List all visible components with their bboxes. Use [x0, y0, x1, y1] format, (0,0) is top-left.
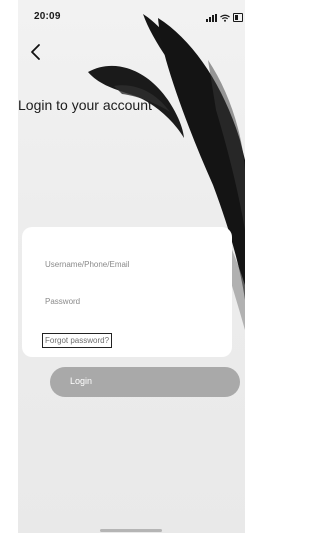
- battery-icon: [233, 13, 243, 22]
- chevron-left-icon: [31, 44, 40, 60]
- username-input[interactable]: Username/Phone/Email: [45, 260, 129, 269]
- home-indicator: [100, 529, 162, 532]
- wifi-icon: [220, 14, 230, 22]
- status-bar: 20:09: [18, 0, 245, 30]
- forgot-password-link[interactable]: Forgot password?: [42, 333, 113, 348]
- password-input[interactable]: Password: [45, 297, 80, 306]
- status-time: 20:09: [34, 11, 61, 22]
- login-button-label: Login: [70, 376, 93, 386]
- signal-icon: [206, 14, 217, 22]
- page-title: Login to your account: [18, 97, 152, 113]
- login-button[interactable]: Login: [50, 367, 240, 397]
- status-icons: [206, 12, 243, 22]
- back-button[interactable]: [26, 42, 46, 62]
